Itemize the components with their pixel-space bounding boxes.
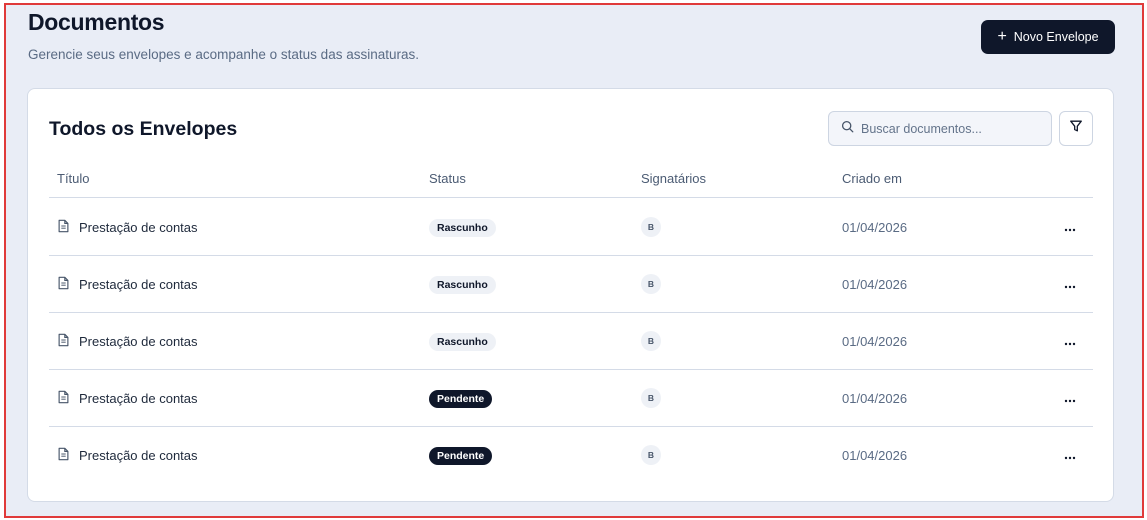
table-row[interactable]: Prestação de contas Pendente B 01/04/202…: [49, 370, 1093, 427]
row-title: Prestação de contas: [79, 391, 198, 406]
page-title: Documentos: [28, 9, 165, 35]
status-badge: Pendente: [429, 390, 493, 408]
search-box[interactable]: [828, 111, 1052, 146]
new-envelope-label: Novo Envelope: [1013, 30, 1099, 44]
filter-icon: [1069, 119, 1083, 138]
document-icon: [57, 276, 70, 293]
row-menu-button[interactable]: [1057, 443, 1083, 467]
row-created-date: 01/04/2026: [842, 277, 908, 292]
signer-avatar: B: [641, 274, 661, 294]
status-badge: Rascunho: [429, 219, 496, 237]
signer-avatar: B: [641, 445, 661, 465]
row-menu-button[interactable]: [1057, 215, 1083, 239]
page-subtitle: Gerencie seus envelopes e acompanhe o st…: [28, 47, 419, 62]
row-menu-button[interactable]: [1057, 386, 1083, 410]
row-title: Prestação de contas: [79, 334, 198, 349]
table-row[interactable]: Prestação de contas Rascunho B 01/04/202…: [49, 313, 1093, 370]
row-created-date: 01/04/2026: [842, 391, 908, 406]
app-frame: Documentos Gerencie seus envelopes e aco…: [4, 3, 1144, 518]
row-menu-button[interactable]: [1057, 272, 1083, 296]
document-icon: [57, 390, 70, 407]
search-input[interactable]: [861, 121, 1041, 136]
status-badge: Rascunho: [429, 276, 496, 294]
row-title: Prestação de contas: [79, 220, 198, 235]
plus-icon: +: [997, 28, 1007, 45]
document-icon: [57, 219, 70, 236]
more-horizontal-icon: [1064, 448, 1076, 463]
table-row[interactable]: Prestação de contas Rascunho B 01/04/202…: [49, 256, 1093, 313]
new-envelope-button[interactable]: + Novo Envelope: [981, 20, 1115, 54]
more-horizontal-icon: [1064, 277, 1076, 292]
row-created-date: 01/04/2026: [842, 220, 908, 235]
row-title: Prestação de contas: [79, 448, 198, 463]
column-title: Título: [57, 171, 90, 186]
row-title: Prestação de contas: [79, 277, 198, 292]
status-badge: Rascunho: [429, 333, 496, 351]
row-created-date: 01/04/2026: [842, 448, 908, 463]
signer-avatar: B: [641, 217, 661, 237]
column-signers: Signatários: [641, 171, 707, 186]
more-horizontal-icon: [1064, 334, 1076, 349]
filter-button[interactable]: [1059, 111, 1093, 146]
document-icon: [57, 333, 70, 350]
row-created-date: 01/04/2026: [842, 334, 908, 349]
search-icon: [841, 120, 854, 138]
column-created: Criado em: [842, 171, 902, 186]
row-menu-button[interactable]: [1057, 329, 1083, 353]
status-badge: Pendente: [429, 447, 493, 465]
table-header: Título Status Signatários Criado em: [49, 159, 1093, 198]
card-title: Todos os Envelopes: [49, 118, 238, 140]
column-status: Status: [429, 171, 466, 186]
signer-avatar: B: [641, 331, 661, 351]
table-row[interactable]: Prestação de contas Rascunho B 01/04/202…: [49, 199, 1093, 256]
document-icon: [57, 447, 70, 464]
more-horizontal-icon: [1064, 220, 1076, 235]
more-horizontal-icon: [1064, 391, 1076, 406]
envelopes-card: Todos os Envelopes Título Status Signatá…: [27, 88, 1114, 502]
table-row[interactable]: Prestação de contas Pendente B 01/04/202…: [49, 427, 1093, 484]
signer-avatar: B: [641, 388, 661, 408]
